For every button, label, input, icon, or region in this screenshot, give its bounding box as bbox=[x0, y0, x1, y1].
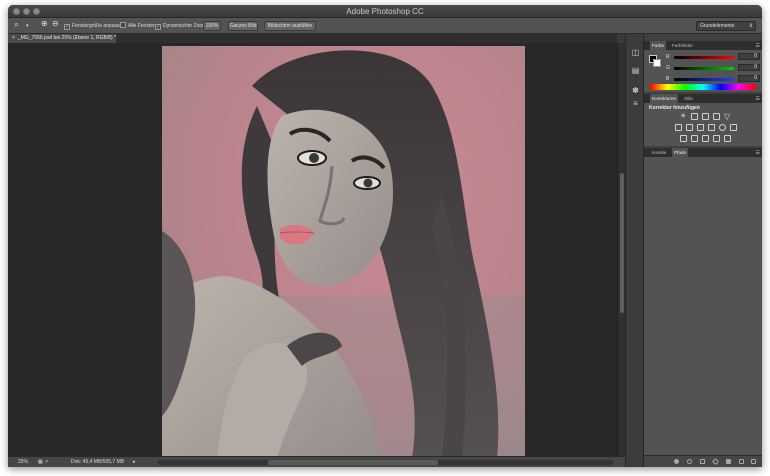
color-lookup-icon[interactable] bbox=[730, 124, 737, 131]
layers-panel-tabs: Kanäle Pfade ☰ bbox=[644, 148, 762, 157]
workspace-select[interactable]: Grundelemente ⇕ bbox=[696, 21, 756, 31]
fit-windows-label: Fenstergröße anpassen bbox=[72, 23, 126, 29]
all-windows-checkbox[interactable] bbox=[120, 22, 126, 28]
channel-mixer-icon[interactable] bbox=[719, 124, 726, 131]
black-white-icon[interactable] bbox=[697, 124, 704, 131]
zoom-in-icon[interactable]: ⊕ bbox=[41, 19, 48, 29]
r-slider[interactable]: R 0 bbox=[666, 53, 760, 61]
document-tab-bar: × _MG_7066.psd bei 25% (Ebene 1, RGB/8) * bbox=[8, 34, 617, 43]
brush-panel-icon[interactable]: ✽ bbox=[630, 85, 641, 96]
b-label: B bbox=[666, 76, 670, 82]
add-mask-icon[interactable] bbox=[726, 459, 731, 464]
g-value[interactable]: 0 bbox=[738, 64, 760, 71]
tab-korrekturen[interactable]: Korrekturen bbox=[650, 94, 679, 103]
b-value[interactable]: 0 bbox=[738, 75, 760, 82]
trash-icon[interactable] bbox=[751, 459, 756, 464]
canvas-area[interactable] bbox=[8, 43, 617, 458]
b-slider[interactable]: B 0 bbox=[666, 75, 760, 83]
select-arrows-icon: ⇕ bbox=[748, 23, 753, 29]
r-value[interactable]: 0 bbox=[738, 53, 760, 60]
scrubby-zoom-label: Dynamischer Zoom bbox=[163, 23, 207, 29]
photoshop-window: Adobe Photoshop CC ⌕ ▾ ⊕ ⊖ ✓ Fenstergröße… bbox=[8, 5, 762, 467]
fill-screen-button[interactable]: Bildschirm ausfüllen bbox=[264, 21, 316, 31]
status-menu-arrow-icon[interactable]: ▸ bbox=[133, 459, 136, 465]
g-slider[interactable]: G 0 bbox=[666, 64, 760, 72]
vertical-scrollbar[interactable] bbox=[617, 43, 625, 456]
right-panels: Farbe Farbfelder ☰ R 0 G 0 B 0 Korrektur… bbox=[644, 34, 762, 467]
tab-pfade[interactable]: Pfade bbox=[672, 148, 689, 157]
properties-icon[interactable]: ▤ bbox=[630, 65, 641, 76]
status-bar: 25% ▦ ↗ Dok: 45,4 MB/505,7 MB ▸ bbox=[8, 456, 625, 467]
g-slider-bar[interactable] bbox=[674, 67, 734, 70]
brightness-icon[interactable]: ☀ bbox=[680, 113, 687, 120]
new-path-icon[interactable] bbox=[739, 459, 744, 464]
exposure-icon[interactable] bbox=[713, 113, 720, 120]
tab-farbfelder[interactable]: Farbfelder bbox=[670, 41, 695, 50]
fit-screen-button[interactable]: Ganzes Bild bbox=[228, 21, 258, 31]
paths-panel bbox=[644, 157, 762, 455]
adjustments-panel-tabs: Korrekturen Stile ☰ bbox=[644, 94, 762, 103]
b-slider-bar[interactable] bbox=[674, 78, 734, 81]
options-bar: ⌕ ▾ ⊕ ⊖ ✓ Fenstergröße anpassen Alle Fens… bbox=[8, 18, 762, 34]
tab-farbe[interactable]: Farbe bbox=[650, 41, 667, 50]
threshold-icon[interactable] bbox=[702, 135, 709, 142]
all-windows-label: Alle Fenster bbox=[128, 23, 155, 29]
document-tab[interactable]: × _MG_7066.psd bei 25% (Ebene 1, RGB/8) * bbox=[8, 34, 116, 43]
r-label: R bbox=[666, 54, 670, 60]
panel-menu-icon[interactable]: ☰ bbox=[756, 96, 760, 102]
workspace-label: Grundelemente bbox=[700, 23, 735, 29]
panel-icon-strip: ◫ ▤ ✽ ≡ bbox=[625, 34, 644, 467]
photo-filter-icon[interactable] bbox=[708, 124, 715, 131]
zoom-100-button[interactable]: 100% bbox=[203, 21, 221, 31]
fill-path-icon[interactable] bbox=[674, 459, 679, 464]
doc-info: Dok: 45,4 MB/505,7 MB bbox=[71, 459, 125, 465]
title-bar: Adobe Photoshop CC bbox=[8, 5, 762, 18]
selective-color-icon[interactable] bbox=[713, 135, 720, 142]
load-selection-icon[interactable] bbox=[700, 459, 705, 464]
tab-kanaele[interactable]: Kanäle bbox=[650, 148, 668, 157]
vibrance-icon[interactable]: ▽ bbox=[724, 113, 731, 121]
panel-menu-icon[interactable]: ☰ bbox=[756, 150, 760, 156]
adjustments-title: Korrektur hinzufügen bbox=[649, 105, 700, 111]
curves-icon[interactable] bbox=[702, 113, 709, 120]
vertical-scroll-thumb[interactable] bbox=[620, 173, 624, 313]
document-tab-label: _MG_7066.psd bei 25% (Ebene 1, RGB/8) * bbox=[17, 35, 117, 41]
paths-panel-footer bbox=[644, 455, 762, 467]
make-work-path-icon[interactable] bbox=[711, 457, 720, 466]
zoom-out-icon[interactable]: ⊖ bbox=[52, 19, 59, 29]
scrubby-zoom-option[interactable]: ✓ Dynamischer Zoom bbox=[155, 21, 206, 31]
stroke-path-icon[interactable] bbox=[687, 459, 692, 464]
horizontal-scrollbar[interactable] bbox=[158, 460, 613, 465]
history-icon[interactable]: ◫ bbox=[630, 47, 641, 58]
color-spectrum-bar[interactable] bbox=[650, 84, 756, 90]
color-balance-icon[interactable] bbox=[686, 124, 693, 131]
r-slider-bar[interactable] bbox=[674, 56, 734, 59]
gradient-map-icon[interactable] bbox=[724, 135, 731, 142]
zoom-tool-icon[interactable]: ⌕ bbox=[14, 19, 19, 29]
tab-stile[interactable]: Stile bbox=[682, 94, 695, 103]
close-tab-icon[interactable]: × bbox=[12, 35, 15, 41]
adjustments-panel: Korrektur hinzufügen ☀ ▽ bbox=[644, 103, 762, 146]
document-image[interactable] bbox=[162, 46, 525, 458]
g-label: G bbox=[666, 65, 670, 71]
portrait-photo bbox=[162, 46, 525, 458]
all-windows-option[interactable]: Alle Fenster bbox=[120, 21, 155, 31]
levels-icon[interactable] bbox=[691, 113, 698, 120]
app-title: Adobe Photoshop CC bbox=[346, 7, 424, 16]
panel-menu-icon[interactable]: ☰ bbox=[756, 43, 760, 49]
posterize-icon[interactable] bbox=[691, 135, 698, 142]
fit-windows-checkbox[interactable]: ✓ bbox=[64, 24, 70, 30]
doc-profile-icon[interactable]: ▦ ↗ bbox=[38, 459, 48, 465]
fit-windows-option[interactable]: ✓ Fenstergröße anpassen bbox=[64, 21, 125, 31]
invert-icon[interactable] bbox=[680, 135, 687, 142]
zoom-level[interactable]: 25% bbox=[18, 459, 28, 465]
background-color-swatch[interactable] bbox=[653, 59, 661, 67]
brush-settings-icon[interactable]: ≡ bbox=[630, 98, 641, 109]
tool-preset-dropdown-icon[interactable]: ▾ bbox=[26, 21, 29, 31]
hue-saturation-icon[interactable] bbox=[675, 124, 682, 131]
color-panel-tabs: Farbe Farbfelder ☰ bbox=[644, 41, 762, 50]
scrubby-zoom-checkbox[interactable]: ✓ bbox=[155, 24, 161, 30]
horizontal-scroll-thumb[interactable] bbox=[268, 460, 438, 465]
